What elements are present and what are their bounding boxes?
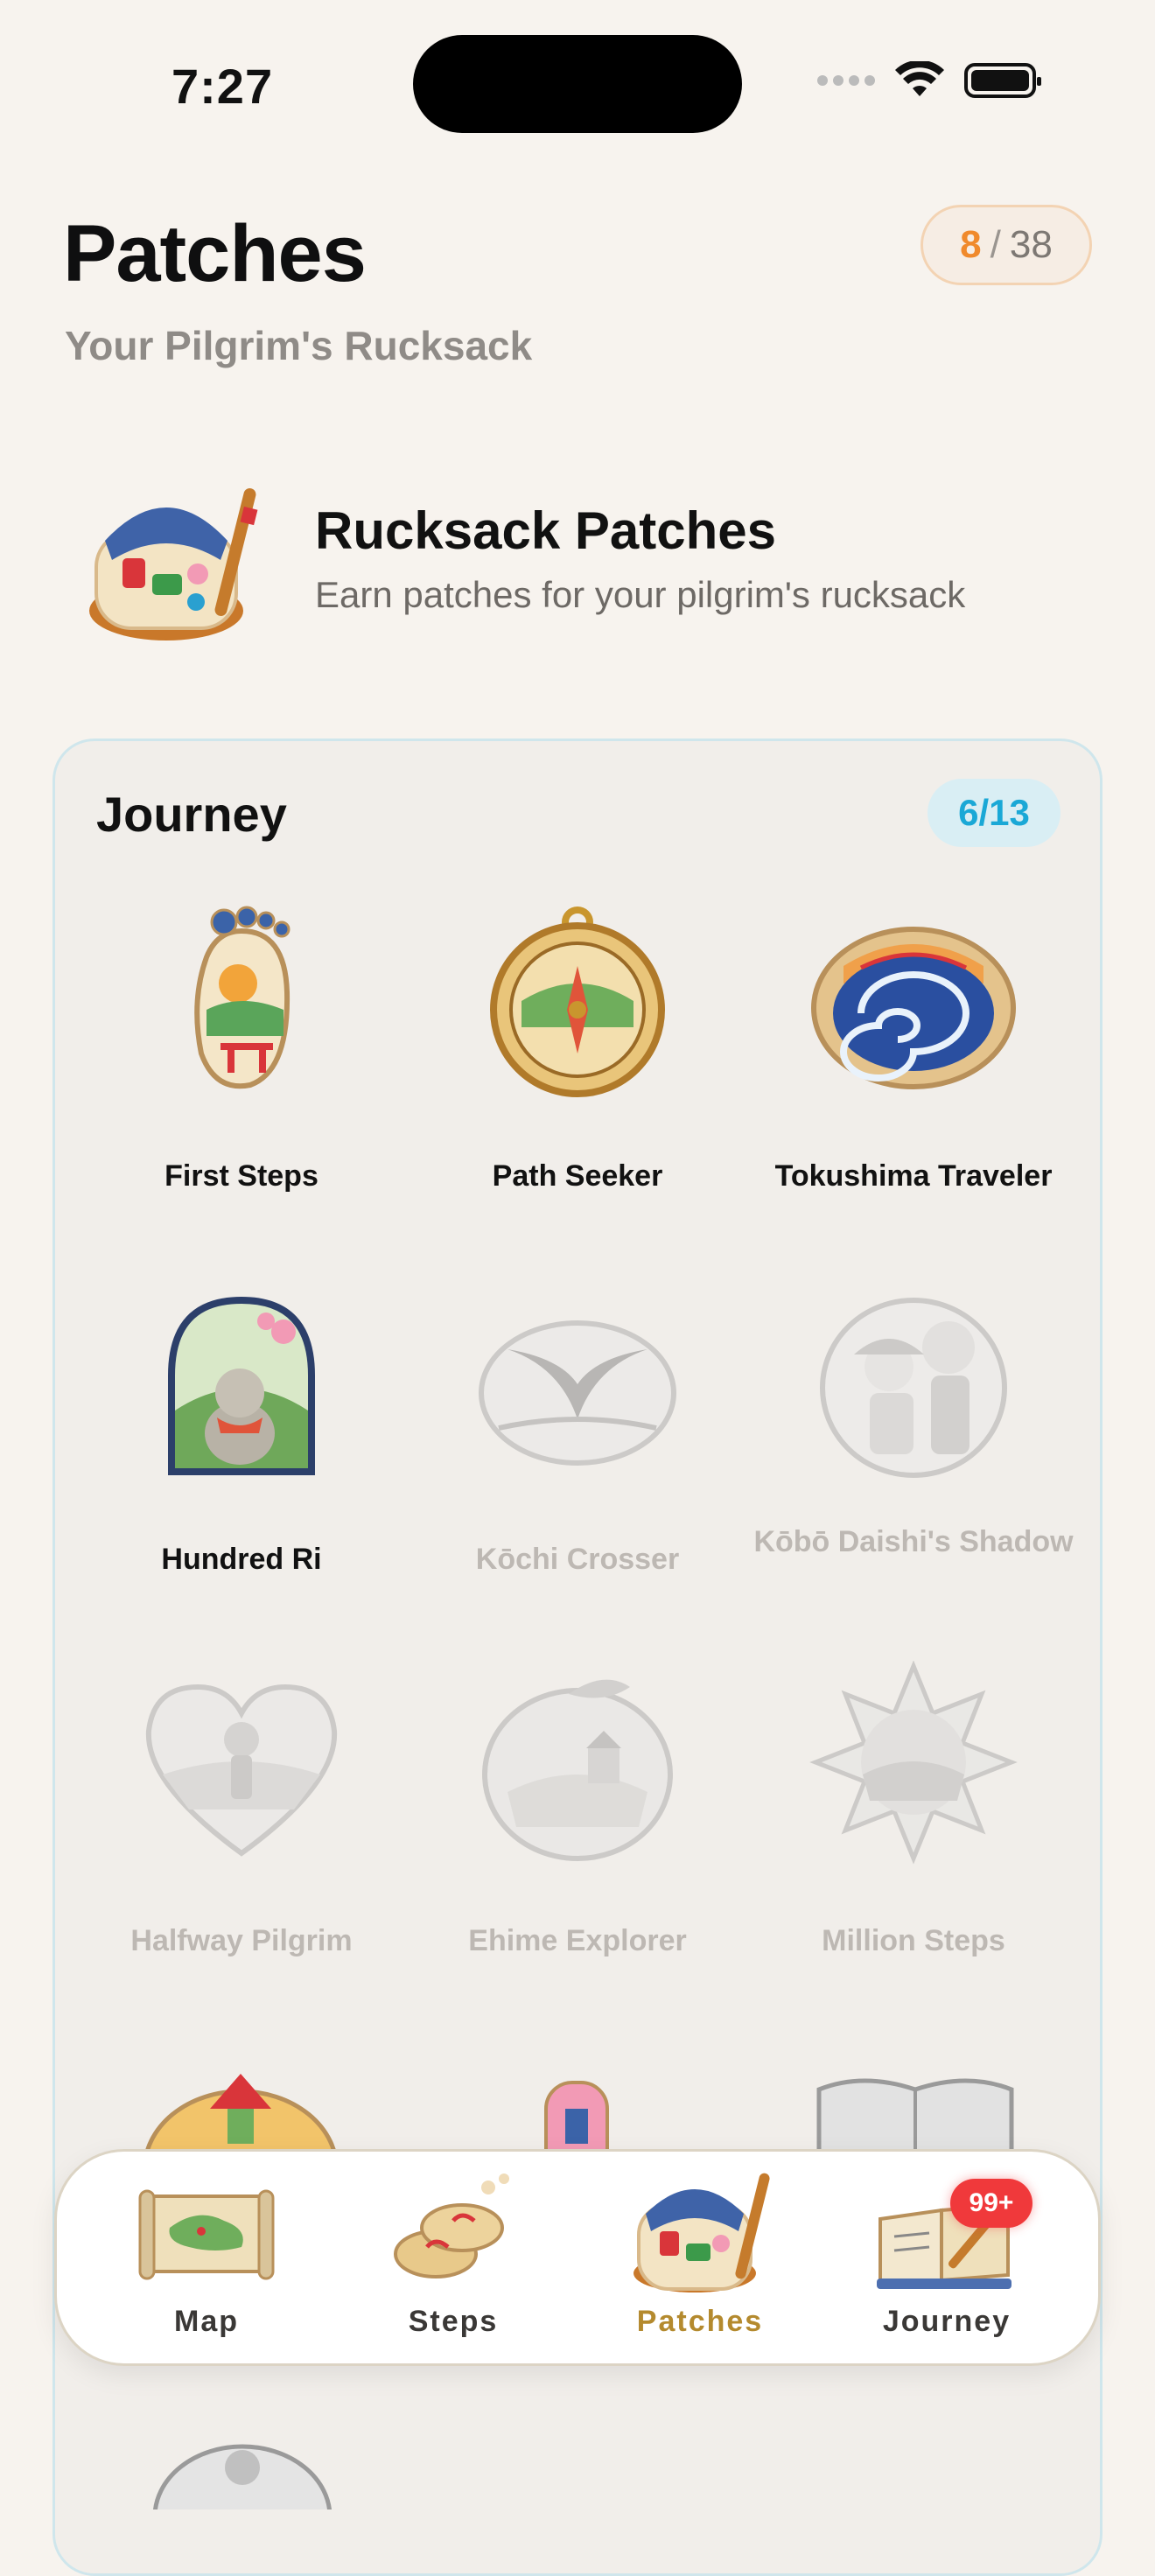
tab-label: Journey bbox=[882, 2305, 1012, 2338]
status-icons bbox=[817, 61, 1041, 100]
jizo-patch-icon bbox=[168, 1296, 315, 1475]
tab-label: Map bbox=[174, 2305, 239, 2338]
patch-first-steps[interactable]: First Steps bbox=[74, 896, 410, 1194]
total-count: 38 bbox=[1009, 223, 1053, 266]
whale-patch-icon bbox=[479, 1320, 676, 1466]
patch-label: Ehime Explorer bbox=[468, 1924, 687, 1957]
monk-partial-patch-icon bbox=[153, 2444, 332, 2510]
monk-patch-icon bbox=[820, 1298, 1007, 1478]
notification-badge: 99+ bbox=[950, 2179, 1032, 2228]
footprint-patch-icon bbox=[194, 906, 290, 1089]
patch-halfway-pilgrim[interactable]: Halfway Pilgrim bbox=[74, 1661, 410, 1958]
section-title: Rucksack Patches bbox=[315, 501, 776, 560]
patch-path-seeker[interactable]: Path Seeker bbox=[410, 896, 746, 1194]
tab-label: Patches bbox=[636, 2305, 764, 2338]
scroll-map-icon bbox=[138, 2189, 275, 2280]
patch-label: First Steps bbox=[164, 1159, 318, 1193]
citrus-patch-icon bbox=[482, 1679, 673, 1861]
patch-label: Kōchi Crosser bbox=[475, 1543, 680, 1576]
heart-pilgrim-patch-icon bbox=[145, 1684, 338, 1857]
tab-steps[interactable]: Steps bbox=[366, 2166, 541, 2350]
compass-patch-icon bbox=[490, 906, 665, 1097]
page-title: Patches bbox=[63, 209, 367, 298]
patch-kochi-crosser[interactable]: Kōchi Crosser bbox=[410, 1279, 746, 1577]
whirlpool-patch-icon bbox=[811, 927, 1016, 1089]
tab-patches[interactable]: Patches bbox=[612, 2166, 788, 2350]
page-subtitle: Your Pilgrim's Rucksack bbox=[65, 323, 533, 368]
patch-ehime-explorer[interactable]: Ehime Explorer bbox=[410, 1661, 746, 1958]
tab-label: Steps bbox=[408, 2305, 499, 2338]
patch-label: Halfway Pilgrim bbox=[130, 1924, 353, 1957]
patch-label: Path Seeker bbox=[492, 1159, 663, 1193]
cellular-signal-icon bbox=[817, 75, 875, 86]
backpack-icon bbox=[634, 2173, 770, 2292]
patch-tokushima-traveler[interactable]: Tokushima Traveler bbox=[746, 896, 1082, 1194]
patch-label: Hundred Ri bbox=[161, 1543, 322, 1576]
patch-million-steps[interactable]: Million Steps bbox=[746, 1661, 1082, 1958]
earned-count: 8 bbox=[960, 223, 982, 266]
section-subtitle: Earn patches for your pilgrim's rucksack bbox=[315, 574, 966, 615]
sunburst-patch-icon bbox=[809, 1661, 1018, 1865]
patch-hundred-ri[interactable]: Hundred Ri bbox=[74, 1279, 410, 1577]
wifi-icon bbox=[895, 61, 944, 96]
patch-counter: 8 / 38 bbox=[920, 205, 1092, 285]
journey-title: Journey bbox=[96, 787, 287, 842]
sandals-icon bbox=[394, 2174, 509, 2278]
journey-progress-badge: 6/13 bbox=[928, 779, 1060, 847]
backpack-icon bbox=[89, 488, 258, 640]
count-separator: / bbox=[990, 223, 1001, 266]
dynamic-island bbox=[413, 35, 742, 133]
patch-label: Kōbō Daishi's Shadow bbox=[753, 1525, 1074, 1558]
patch-label: Tokushima Traveler bbox=[774, 1159, 1053, 1193]
status-time: 7:27 bbox=[172, 59, 274, 114]
patch-label: Million Steps bbox=[822, 1924, 1005, 1957]
patch-kobo-daishis-shadow[interactable]: Kōbō Daishi's Shadow bbox=[746, 1279, 1082, 1559]
battery-icon bbox=[964, 63, 1041, 98]
tab-map[interactable]: Map bbox=[119, 2166, 294, 2350]
